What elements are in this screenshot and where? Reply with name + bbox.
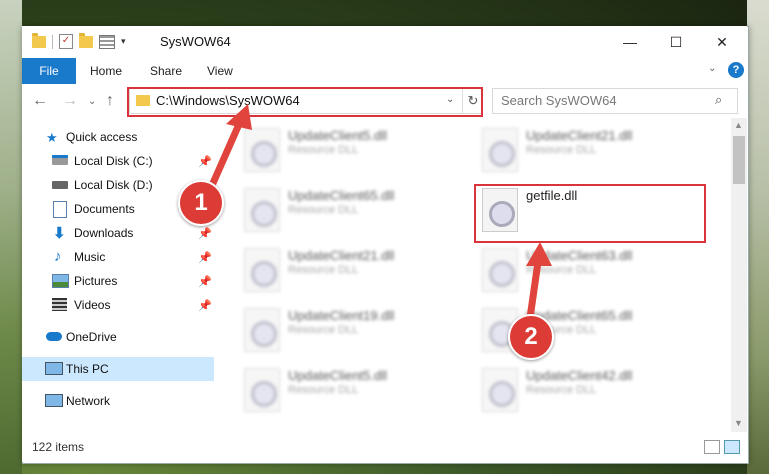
arrow-1-line xyxy=(206,118,244,194)
arrow-1-head xyxy=(226,104,252,130)
arrow-2-head xyxy=(526,242,552,266)
arrow-2-line xyxy=(526,258,542,322)
step-1-badge: 1 xyxy=(178,180,224,226)
annotation-arrows xyxy=(206,104,552,322)
step-2-badge: 2 xyxy=(508,314,554,360)
